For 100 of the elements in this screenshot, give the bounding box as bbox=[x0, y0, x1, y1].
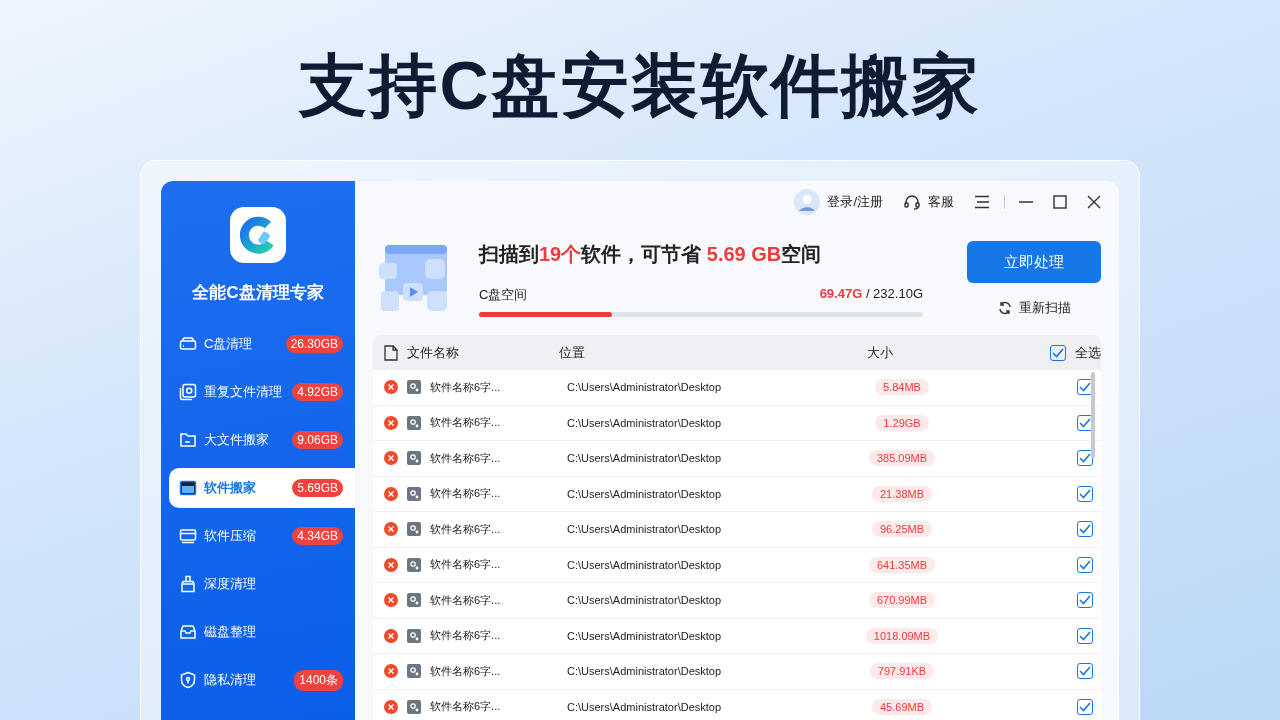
table-cell-text: C:\Users\Administrator\Desktop bbox=[567, 665, 723, 678]
table-cell-text: C:\Users\Administrator\Desktop bbox=[567, 558, 723, 571]
sidebar-item[interactable]: 深度清理 bbox=[169, 564, 355, 604]
app-name: 全能C盘清理专家 bbox=[192, 282, 324, 304]
table-cell: 软件名称6字... bbox=[430, 592, 501, 608]
row-checkbox[interactable] bbox=[1077, 485, 1093, 502]
table-cell-text: C:\Users\Administrator\Desktop bbox=[567, 629, 723, 642]
remove-icon[interactable] bbox=[384, 664, 398, 679]
size-tag: 670.99MB bbox=[868, 592, 936, 609]
remove-icon[interactable] bbox=[384, 486, 398, 501]
process-button[interactable]: 立即处理 bbox=[967, 241, 1101, 283]
size-tag: 96.25MB bbox=[872, 521, 932, 538]
window-icon bbox=[179, 479, 197, 497]
gear-icon bbox=[407, 699, 421, 714]
table-cell: 软件名称6字... bbox=[430, 521, 501, 537]
file-icon bbox=[384, 344, 398, 361]
login-link[interactable]: 登录/注册 bbox=[794, 189, 883, 215]
gear-icon bbox=[407, 451, 421, 466]
table-cell: 软件名称6字... bbox=[430, 557, 501, 573]
app-logo-icon bbox=[230, 207, 286, 263]
sidebar-item[interactable]: 隐私清理 1400条 bbox=[169, 660, 355, 700]
row-checkbox[interactable] bbox=[1077, 698, 1093, 715]
folder-icon bbox=[179, 431, 197, 449]
sidebar-item[interactable]: C盘清理 26.30GB bbox=[169, 324, 355, 364]
count-badge: 5.69GB bbox=[292, 479, 343, 497]
maximize-icon[interactable] bbox=[1053, 195, 1067, 209]
close-icon[interactable] bbox=[1087, 195, 1101, 209]
remove-icon[interactable] bbox=[384, 699, 398, 714]
remove-icon[interactable] bbox=[384, 557, 398, 572]
gear-icon bbox=[407, 664, 421, 679]
size-tag: 797.91KB bbox=[869, 663, 935, 680]
count-badge: 4.92GB bbox=[292, 383, 343, 401]
table-cell: 软件名称6字... bbox=[430, 415, 501, 431]
sidebar-item[interactable]: 磁盘整理 bbox=[169, 612, 355, 652]
shield-icon bbox=[179, 671, 197, 689]
copy-icon bbox=[179, 383, 197, 401]
gear-icon bbox=[407, 628, 421, 643]
count-badge: 26.30GB bbox=[285, 335, 343, 353]
headset-icon bbox=[903, 193, 921, 211]
gear-icon bbox=[407, 557, 421, 572]
column-header: 大小 bbox=[865, 343, 894, 362]
table-cell-text: C:\Users\Administrator\Desktop bbox=[567, 487, 723, 500]
headline: 支持C盘安装软件搬家 bbox=[299, 46, 981, 125]
table-cell-text: C:\Users\Administrator\Desktop bbox=[567, 381, 723, 394]
size-tag: 1018.09MB bbox=[865, 627, 939, 644]
select-all-checkbox[interactable] bbox=[1050, 344, 1066, 361]
remove-icon[interactable] bbox=[384, 415, 398, 430]
column-header: 文件名称 bbox=[407, 343, 459, 362]
size-tag: 21.38MB bbox=[872, 485, 932, 502]
scan-summary: 扫描到19个软件，可节省 5.69 GB空间 bbox=[479, 242, 823, 267]
column-header: 位置 bbox=[559, 343, 587, 362]
size-tag: 5.84MB bbox=[875, 379, 929, 396]
remove-icon[interactable] bbox=[384, 380, 398, 395]
table-cell-text: C:\Users\Administrator\Desktop bbox=[567, 452, 723, 465]
table-cell: 软件名称6字... bbox=[430, 450, 501, 466]
rescan-button[interactable]: 重新扫描 bbox=[997, 299, 1071, 317]
table-cell-text: C:\Users\Administrator\Desktop bbox=[567, 594, 723, 607]
gear-icon bbox=[407, 380, 421, 395]
table-cell: 软件名称6字... bbox=[430, 628, 501, 644]
window-icon bbox=[179, 527, 197, 545]
menu-icon[interactable] bbox=[974, 195, 990, 209]
size-tag: 385.09MB bbox=[868, 450, 936, 467]
table-cell-text: C:\Users\Administrator\Desktop bbox=[567, 523, 723, 536]
row-checkbox[interactable] bbox=[1077, 592, 1093, 609]
sidebar-item[interactable]: 大文件搬家 9.06GB bbox=[169, 420, 355, 460]
table-cell: 软件名称6字... bbox=[430, 699, 501, 715]
table-cell: 软件名称6字... bbox=[430, 379, 501, 395]
row-checkbox[interactable] bbox=[1077, 556, 1093, 573]
refresh-icon bbox=[997, 301, 1012, 315]
brush-icon bbox=[179, 575, 197, 593]
drive-icon bbox=[179, 335, 197, 353]
size-tag: 641.35MB bbox=[868, 556, 936, 573]
remove-icon[interactable] bbox=[384, 593, 398, 608]
sidebar-item[interactable]: 软件压缩 4.34GB bbox=[169, 516, 355, 556]
tray-icon bbox=[179, 623, 197, 641]
sidebar-item[interactable]: 重复文件清理 4.92GB bbox=[169, 372, 355, 412]
table-cell-text: C:\Users\Administrator\Desktop bbox=[567, 416, 723, 429]
size-tag: 1.29GB bbox=[875, 414, 929, 431]
avatar-icon bbox=[794, 189, 821, 215]
usage-value: 69.47G / 232.10G bbox=[819, 286, 923, 303]
table-cell-text: C:\Users\Administrator\Desktop bbox=[567, 700, 723, 713]
row-checkbox[interactable] bbox=[1077, 663, 1093, 680]
row-checkbox[interactable] bbox=[1077, 521, 1093, 538]
usage-label: C盘空间 bbox=[479, 286, 528, 304]
size-tag: 45.69MB bbox=[872, 698, 932, 715]
count-badge: 1400条 bbox=[294, 669, 343, 691]
support-link[interactable]: 客服 bbox=[903, 193, 954, 211]
select-all-label: 全选 bbox=[1075, 343, 1101, 362]
count-badge: 4.34GB bbox=[292, 527, 343, 545]
scrollbar[interactable] bbox=[1091, 372, 1095, 458]
remove-icon[interactable] bbox=[384, 522, 398, 537]
count-badge: 9.06GB bbox=[292, 431, 343, 449]
remove-icon[interactable] bbox=[384, 451, 398, 466]
table-cell: 软件名称6字... bbox=[430, 486, 501, 502]
gear-icon bbox=[407, 486, 421, 501]
row-checkbox[interactable] bbox=[1077, 627, 1093, 644]
gear-icon bbox=[407, 522, 421, 537]
remove-icon[interactable] bbox=[384, 628, 398, 643]
sidebar-item[interactable]: 软件搬家 5.69GB bbox=[169, 468, 355, 508]
gear-icon bbox=[407, 415, 421, 430]
